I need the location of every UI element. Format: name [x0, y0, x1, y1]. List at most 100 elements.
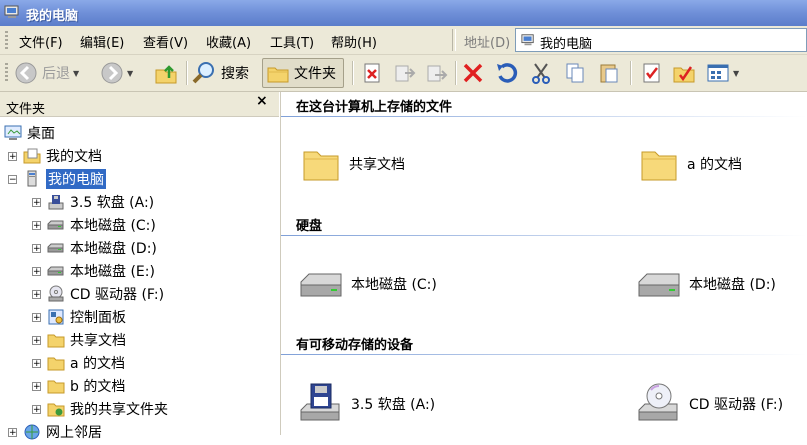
move-to-button[interactable]	[393, 58, 417, 88]
cut-button[interactable]	[529, 58, 553, 88]
tree-item-control-panel[interactable]: + 控制面板	[32, 306, 126, 328]
expand-icon[interactable]: +	[32, 312, 41, 322]
tree-item-a-documents[interactable]: + a 的文档	[32, 352, 125, 374]
tree-item-disk-c[interactable]: + 本地磁盘 (C:)	[32, 214, 156, 236]
properties-button[interactable]	[640, 58, 664, 88]
my-computer-icon	[4, 4, 20, 24]
shared-folder-icon	[47, 400, 65, 418]
delete-button[interactable]	[461, 58, 485, 88]
undo-button[interactable]	[494, 58, 518, 88]
tree-item-label: b 的文档	[70, 379, 126, 395]
menu-file[interactable]: 文件(F)	[19, 32, 63, 51]
copy-button[interactable]	[563, 58, 587, 88]
network-icon	[23, 423, 41, 441]
item-label: CD 驱动器 (F:)	[689, 397, 784, 413]
tree-item-disk-e[interactable]: + 本地磁盘 (E:)	[32, 260, 155, 282]
copy-to-button[interactable]	[425, 58, 449, 88]
tree-item-shared-documents[interactable]: + 共享文档	[32, 329, 126, 351]
menu-tools[interactable]: 工具(T)	[270, 32, 314, 51]
tree-item-desktop[interactable]: 桌面	[4, 122, 55, 144]
delete-file-button[interactable]	[360, 58, 384, 88]
menu-separator	[452, 29, 456, 51]
menu-view[interactable]: 查看(V)	[143, 32, 188, 51]
tree-item-label: 控制面板	[70, 310, 126, 326]
cd-drive-icon	[638, 383, 678, 421]
tree-item-label: 3.5 软盘 (A:)	[70, 195, 155, 211]
copy-icon	[566, 63, 584, 83]
folder-options-button[interactable]	[672, 58, 696, 88]
expand-icon[interactable]: +	[32, 197, 41, 207]
tree-item-my-documents[interactable]: + 我的文档	[8, 145, 102, 167]
collapse-icon[interactable]: −	[8, 174, 17, 184]
views-icon	[707, 64, 729, 82]
folders-label: 文件夹	[294, 66, 336, 82]
expand-icon[interactable]: +	[32, 289, 41, 299]
expand-icon[interactable]: +	[32, 358, 41, 368]
tree-item-cd-f[interactable]: + CD 驱动器 (F:)	[32, 283, 164, 305]
item-shared-documents[interactable]: 共享文档	[301, 144, 405, 184]
expand-icon[interactable]: +	[32, 404, 41, 414]
item-a-documents[interactable]: a 的文档	[639, 144, 742, 184]
close-icon[interactable]: ×	[256, 93, 268, 109]
my-computer-icon	[521, 33, 535, 51]
expand-icon[interactable]: +	[32, 381, 41, 391]
folder-icon	[303, 151, 339, 181]
tree-item-b-documents[interactable]: + b 的文档	[32, 375, 125, 397]
group-title: 在这台计算机上存储的文件	[296, 100, 453, 115]
item-cd-f[interactable]: CD 驱动器 (F:)	[637, 382, 783, 426]
group-title: 硬盘	[296, 219, 323, 234]
forward-dropdown-icon[interactable]: ▼	[127, 69, 133, 78]
floppy-icon	[300, 383, 340, 421]
back-dropdown-icon[interactable]: ▼	[73, 69, 79, 78]
tree-item-floppy-a[interactable]: + 3.5 软盘 (A:)	[32, 191, 154, 213]
my-documents-icon	[23, 147, 41, 165]
forward-button[interactable]: ▼	[100, 58, 133, 88]
tree-item-label: CD 驱动器 (F:)	[70, 287, 165, 303]
hard-disk-icon	[300, 273, 342, 297]
forward-arrow-icon	[101, 62, 123, 84]
expand-icon[interactable]: +	[8, 151, 17, 161]
expand-icon[interactable]: +	[32, 243, 41, 253]
window-title: 我的电脑	[26, 9, 79, 24]
item-floppy-a[interactable]: 3.5 软盘 (A:)	[299, 382, 435, 426]
item-disk-d[interactable]: 本地磁盘 (D:)	[637, 264, 776, 304]
tree-item-label: 本地磁盘 (C:)	[70, 218, 156, 234]
menu-favorites[interactable]: 收藏(A)	[206, 32, 251, 51]
group-divider	[281, 235, 807, 236]
folders-button[interactable]: 文件夹	[262, 58, 344, 88]
address-bar[interactable]: 我的电脑	[515, 28, 807, 52]
search-button[interactable]: 搜索	[191, 58, 249, 88]
toolbar-separator	[630, 61, 632, 85]
menu-grip	[5, 31, 8, 49]
expand-icon[interactable]: +	[32, 220, 41, 230]
folder-icon	[47, 331, 65, 349]
tree-item-my-shared-folder[interactable]: + 我的共享文件夹	[32, 398, 168, 420]
group-divider	[281, 354, 807, 355]
folder-options-icon	[673, 66, 695, 83]
expand-icon[interactable]: +	[32, 335, 41, 345]
move-to-icon	[395, 65, 416, 82]
paste-icon	[600, 64, 618, 83]
menu-edit[interactable]: 编辑(E)	[80, 32, 124, 51]
tree-item-label: 本地磁盘 (D:)	[70, 241, 157, 257]
tree-item-disk-d[interactable]: + 本地磁盘 (D:)	[32, 237, 157, 259]
expand-icon[interactable]: +	[8, 427, 17, 437]
tree-item-label: a 的文档	[70, 356, 126, 372]
up-button[interactable]	[153, 58, 179, 88]
toolbar: 后退 ▼ ▼ 搜索 文件夹 ▼	[0, 55, 807, 92]
views-button[interactable]: ▼	[706, 58, 739, 88]
paste-button[interactable]	[597, 58, 621, 88]
views-dropdown-icon[interactable]: ▼	[733, 69, 739, 78]
content-pane: 在这台计算机上存储的文件 共享文档 a 的文档 硬盘 本地磁盘 (C:) 本地磁…	[281, 92, 807, 435]
item-label: a 的文档	[687, 157, 743, 173]
menu-help[interactable]: 帮助(H)	[331, 32, 377, 51]
expand-icon[interactable]: +	[32, 266, 41, 276]
cd-drive-icon	[47, 285, 65, 303]
folder-icon	[47, 354, 65, 372]
tree-item-network[interactable]: + 网上邻居	[8, 421, 102, 443]
back-button[interactable]: 后退 ▼	[14, 58, 79, 88]
delete-file-icon	[364, 63, 380, 83]
desktop-icon	[4, 124, 22, 142]
item-disk-c[interactable]: 本地磁盘 (C:)	[299, 264, 437, 304]
tree-item-my-computer[interactable]: − 我的电脑	[8, 168, 106, 190]
